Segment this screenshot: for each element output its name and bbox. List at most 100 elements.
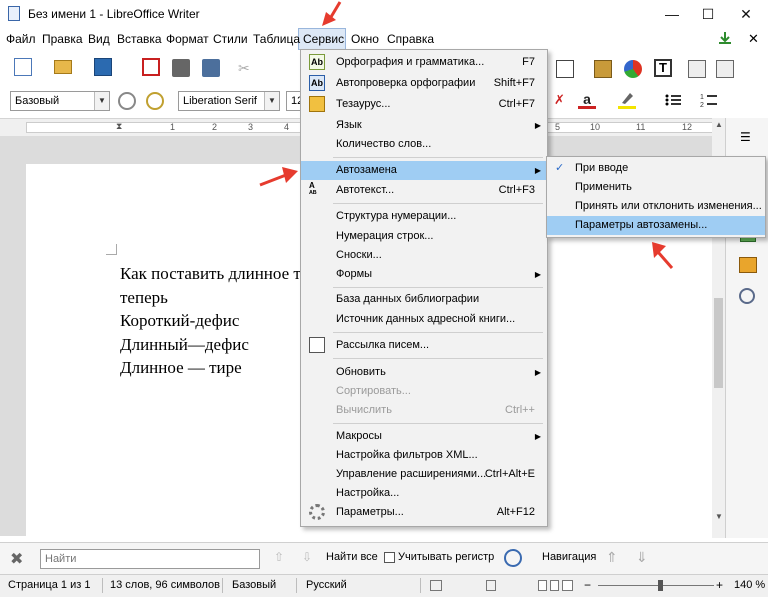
menuitem-macros[interactable]: Макросы ▶ (301, 427, 547, 446)
new-document-icon[interactable] (14, 58, 32, 76)
zoom-slider-track[interactable] (598, 585, 714, 586)
menu-table[interactable]: Таблица (253, 31, 300, 47)
submenu-arrow-icon: ▶ (534, 432, 541, 441)
zoom-in-icon[interactable]: + (716, 578, 723, 592)
status-word-count[interactable]: 13 слов, 96 символов (110, 579, 220, 591)
menu-file[interactable]: Файл (6, 31, 36, 47)
zoom-slider-thumb[interactable] (658, 580, 663, 591)
navigator-compass-icon[interactable] (739, 288, 755, 304)
export-pdf-icon[interactable] (142, 58, 160, 76)
match-case-label[interactable]: Учитывать регистр (398, 551, 494, 563)
scrollbar-thumb[interactable] (714, 298, 723, 388)
numbered-list-icon[interactable]: 12 (700, 92, 718, 110)
save-icon[interactable] (94, 58, 112, 76)
selection-mode-icon[interactable] (430, 580, 442, 591)
navigate-down-icon[interactable]: ⇓ (636, 549, 648, 566)
insert-field-icon[interactable] (716, 60, 734, 78)
close-button[interactable]: ✕ (728, 0, 764, 28)
insert-chart-icon[interactable] (624, 60, 642, 78)
menu-insert[interactable]: Вставка (117, 31, 162, 47)
close-document-icon[interactable]: ✕ (748, 31, 759, 47)
menuitem-thesaurus[interactable]: Тезаурус... Ctrl+F7 (301, 95, 547, 114)
font-color-icon[interactable]: a (578, 91, 596, 109)
document-line[interactable]: теперь (120, 286, 168, 310)
sidebar-menu-icon[interactable]: ☰ (740, 130, 751, 144)
minimize-button[interactable]: — (654, 0, 690, 28)
insert-textbox-icon[interactable]: T (654, 59, 672, 77)
document-line[interactable]: Короткий-дефис (120, 309, 239, 333)
menuitem-address-book-source[interactable]: Источник данных адресной книги... (301, 310, 547, 329)
find-previous-icon[interactable]: ⇧ (274, 550, 284, 564)
menu-edit[interactable]: Правка (42, 31, 83, 47)
menuitem-customize[interactable]: Настройка... (301, 484, 547, 503)
menuitem-autocorrect[interactable]: Автозамена ▶ (301, 161, 547, 180)
open-folder-icon[interactable] (54, 60, 72, 74)
insert-image-icon[interactable] (594, 60, 612, 78)
document-line[interactable]: Как поставить длинное тире (120, 262, 326, 286)
menuitem-footnotes[interactable]: Сноски... (301, 246, 547, 265)
page-break-icon[interactable] (688, 60, 706, 78)
navigate-up-icon[interactable]: ⇑ (606, 549, 618, 566)
paragraph-style-combo[interactable]: Базовый ▼ (10, 91, 110, 111)
view-layout-icons[interactable] (538, 580, 574, 591)
update-download-icon[interactable] (718, 31, 732, 45)
menuitem-spelling[interactable]: Ab Орфография и грамматика... F7 (301, 53, 547, 72)
document-line[interactable]: Длинное — тире (120, 356, 242, 380)
menuitem-line-numbering[interactable]: Нумерация строк... (301, 227, 547, 246)
find-all-button[interactable]: Найти все (326, 551, 378, 563)
menu-styles[interactable]: Стили (213, 31, 248, 47)
menuitem-bibliography-db[interactable]: База данных библиографии (301, 290, 547, 309)
menuitem-autotext[interactable]: Aᴬᴮ Автотекст... Ctrl+F3 (301, 181, 547, 200)
chevron-down-icon[interactable]: ▼ (94, 92, 109, 110)
document-line[interactable]: Длинный—дефис (120, 333, 249, 357)
print-icon[interactable] (172, 59, 190, 77)
chevron-down-icon[interactable]: ▼ (264, 92, 279, 110)
find-next-icon[interactable]: ⇩ (302, 550, 312, 564)
maximize-button[interactable]: ☐ (690, 0, 726, 28)
match-case-checkbox[interactable] (384, 552, 395, 563)
styles-icon[interactable] (739, 257, 757, 273)
scroll-down-icon[interactable]: ▼ (715, 512, 723, 521)
update-style-icon[interactable] (118, 92, 136, 110)
find-replace-icon[interactable] (504, 549, 522, 567)
menuitem-language[interactable]: Язык ▶ (301, 116, 547, 135)
menuitem-options[interactable]: Параметры... Alt+F12 (301, 503, 547, 522)
menuitem-mail-merge[interactable]: Рассылка писем... (301, 336, 547, 355)
status-language[interactable]: Русский (306, 579, 347, 591)
indent-marker-icon[interactable]: ⧗ (116, 121, 122, 132)
font-name-combo[interactable]: Liberation Serif ▼ (178, 91, 280, 111)
find-input[interactable] (40, 549, 260, 569)
submenu-apply[interactable]: Применить (547, 178, 765, 197)
menu-service[interactable]: Сервис (303, 31, 344, 47)
status-page-style[interactable]: Базовый (232, 579, 276, 591)
insert-table-icon[interactable] (556, 60, 574, 78)
status-zoom[interactable]: 140 % (734, 579, 765, 591)
menuitem-autospellcheck[interactable]: Ab Автопроверка орфографии Shift+F7 (301, 74, 547, 93)
menuitem-calculate[interactable]: Вычислить Ctrl++ (301, 401, 547, 420)
menu-view[interactable]: Вид (88, 31, 110, 47)
highlight-color-icon[interactable] (618, 91, 636, 109)
print-preview-icon[interactable] (202, 59, 220, 77)
scroll-up-icon[interactable]: ▲ (715, 120, 723, 129)
close-findbar-icon[interactable]: ✖ (10, 549, 23, 569)
menu-format[interactable]: Формат (166, 31, 209, 47)
menuitem-xml-filters[interactable]: Настройка фильтров XML... (301, 446, 547, 465)
submenu-while-typing[interactable]: ✓ При вводе (547, 159, 765, 178)
menuitem-chapter-numbering[interactable]: Структура нумерации... (301, 207, 547, 226)
menuitem-update[interactable]: Обновить ▶ (301, 363, 547, 382)
status-page[interactable]: Страница 1 из 1 (8, 579, 90, 591)
menuitem-sort[interactable]: Сортировать... (301, 382, 547, 401)
bullet-list-icon[interactable] (664, 92, 682, 110)
menuitem-word-count[interactable]: Количество слов... (301, 135, 547, 154)
document-modified-icon[interactable] (486, 580, 496, 591)
zoom-out-icon[interactable]: − (584, 578, 591, 592)
clear-formatting-icon[interactable]: ✗ (554, 92, 572, 110)
submenu-accept-reject[interactable]: Принять или отклонить изменения... (547, 197, 765, 216)
submenu-autocorrect-options[interactable]: Параметры автозамены... (547, 216, 765, 235)
cut-icon[interactable]: ✂ (238, 60, 256, 78)
menuitem-extension-manager[interactable]: Управление расширениями... Ctrl+Alt+E (301, 465, 547, 484)
new-style-icon[interactable] (146, 92, 164, 110)
menu-help[interactable]: Справка (387, 31, 434, 47)
menu-window[interactable]: Окно (351, 31, 379, 47)
menuitem-forms[interactable]: Формы ▶ (301, 265, 547, 284)
